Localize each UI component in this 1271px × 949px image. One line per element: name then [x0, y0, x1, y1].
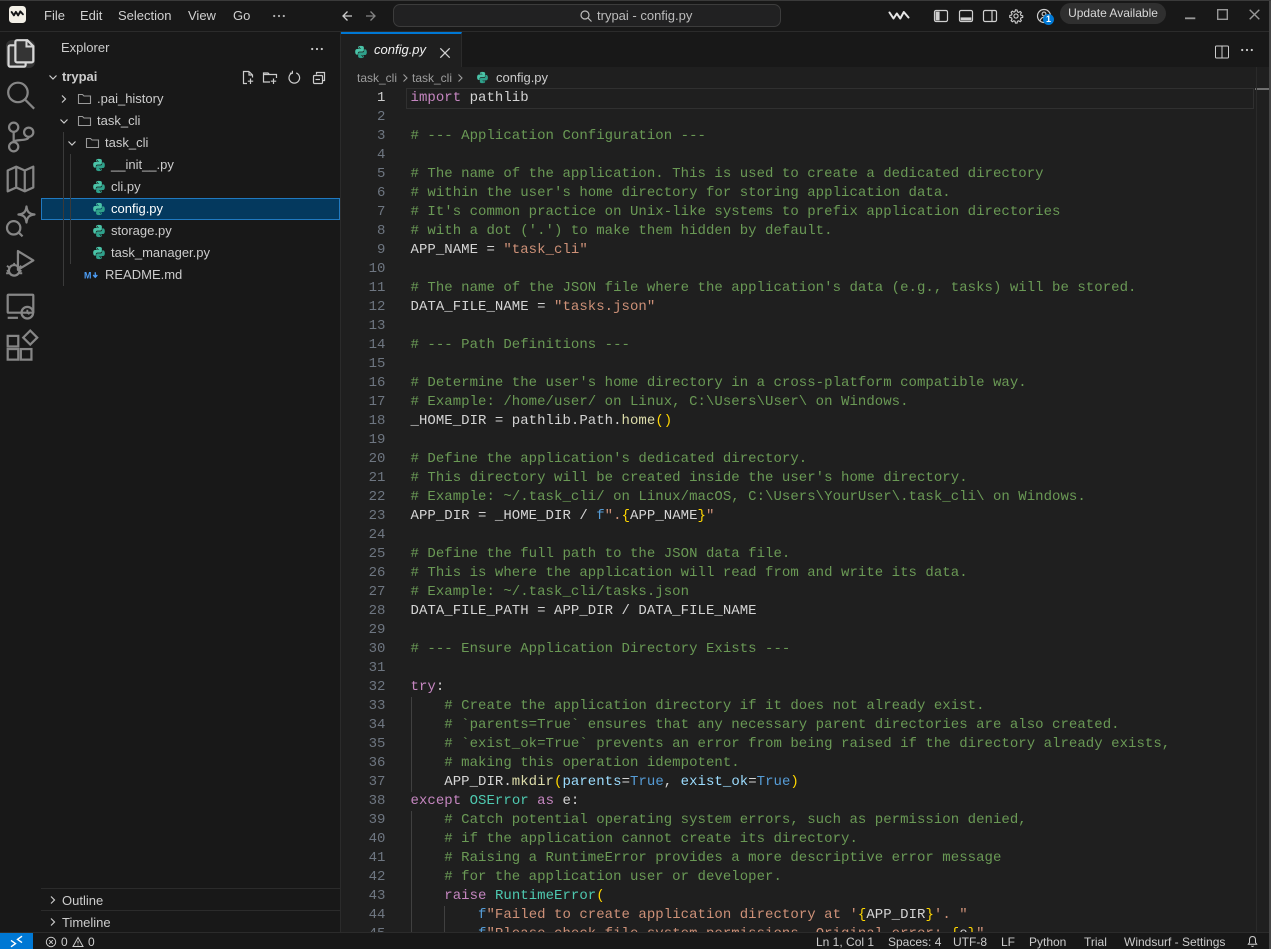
svg-text:M: M — [84, 270, 91, 280]
